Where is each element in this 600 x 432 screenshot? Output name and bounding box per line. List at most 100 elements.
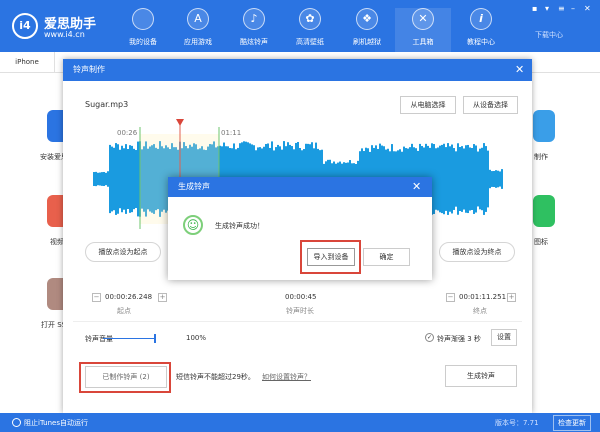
download-center[interactable]: 下载中心 — [535, 30, 563, 40]
waveform-bar — [115, 143, 117, 215]
waveform-bar — [455, 151, 457, 207]
waveform-bar — [121, 145, 123, 213]
flower-icon: ✿ — [299, 8, 321, 30]
waveform-bar — [103, 171, 105, 187]
waveform-bar — [129, 145, 131, 213]
volume-thumb[interactable] — [154, 334, 156, 343]
start-increment[interactable]: + — [158, 293, 167, 302]
waveform-bar — [467, 144, 469, 214]
waveform-bar — [475, 145, 477, 213]
volume-value: 100% — [186, 334, 207, 342]
smiley-icon: ☺ — [183, 215, 203, 235]
waveform-bar — [485, 146, 487, 212]
waveform-bar — [137, 141, 139, 217]
made-ringtones-button[interactable]: 已制作铃声 (2) — [85, 366, 167, 388]
logo-icon: i4 — [12, 13, 38, 39]
bell-icon: ♪ — [243, 8, 265, 30]
nav-apps[interactable]: A 应用游戏 — [170, 8, 226, 47]
waveform-bar — [433, 144, 435, 214]
waveform-bar — [113, 147, 115, 211]
waveform-bar — [117, 144, 119, 214]
waveform-bar — [483, 143, 485, 215]
waveform-bar — [101, 172, 103, 186]
waveform-bar — [131, 145, 133, 213]
start-decrement[interactable]: − — [92, 293, 101, 302]
nav-flash-jailbreak[interactable]: ❖ 刷机越狱 — [339, 8, 395, 47]
app-store-icon: A — [187, 8, 209, 30]
app-label: 视频 — [50, 238, 64, 246]
minimize-icon[interactable]: – — [571, 4, 575, 13]
file-name: Sugar.mp3 — [85, 100, 129, 109]
waveform-bar — [489, 169, 491, 189]
sms-note: 短信铃声不能超过29秒。 — [176, 373, 255, 381]
waveform-bar — [453, 148, 455, 210]
success-popup: 生成铃声 ✕ ☺ 生成铃声成功！ 导入到设备 确定 — [168, 177, 432, 280]
waveform-bar — [497, 170, 499, 188]
skin-icon[interactable]: ▾ — [545, 4, 549, 13]
apple-icon — [132, 8, 154, 30]
nav-ringtones[interactable]: ♪ 酷炫铃声 — [226, 8, 282, 47]
duration: 00:00:45 — [285, 293, 317, 301]
set-end-button[interactable]: 播放点设为终点 — [439, 242, 515, 262]
waveform-bar — [119, 149, 121, 209]
waveform-bar — [107, 171, 109, 187]
set-start-button[interactable]: 播放点设为起点 — [85, 242, 161, 262]
waveform-bar — [435, 148, 437, 210]
generate-button[interactable]: 生成铃声 — [445, 365, 517, 387]
from-pc-button[interactable]: 从电脑选择 — [400, 96, 456, 114]
settings-button[interactable]: 设置 — [491, 329, 517, 346]
waveform-bar — [135, 150, 137, 208]
waveform-bar — [473, 144, 475, 214]
waveform-bar — [443, 143, 445, 215]
waveform-bar — [97, 172, 99, 186]
waveform-bar — [471, 148, 473, 210]
header: i4 爱思助手 www.i4.cn 我的设备 A 应用游戏 ♪ 酷炫铃声 ✿ 高清壁纸… — [0, 0, 600, 52]
dialog-title: 铃声制作 — [63, 59, 532, 81]
ok-button[interactable]: 确定 — [363, 248, 410, 266]
waveform-bar — [501, 169, 503, 189]
volume-slider[interactable] — [103, 334, 156, 343]
success-message: 生成铃声成功！ — [215, 222, 264, 230]
close-icon[interactable]: ✕ — [584, 4, 591, 13]
status-bar: 阻止iTunes自动运行 版本号：7.71 检查更新 — [0, 413, 600, 432]
waveform-bar — [465, 145, 467, 213]
nav-tutorials[interactable]: i 教程中心 — [453, 8, 509, 47]
app-icon-green[interactable] — [533, 195, 555, 227]
nav-wallpapers[interactable]: ✿ 高清壁纸 — [282, 8, 338, 47]
divider — [73, 321, 522, 322]
close-icon[interactable]: ✕ — [412, 181, 421, 192]
waveform-bar — [99, 172, 101, 186]
end-label: 终点 — [473, 307, 487, 315]
check-update-button[interactable]: 检查更新 — [553, 415, 591, 431]
fade-checkbox[interactable]: ✓ — [425, 333, 434, 342]
waveform-bar — [487, 150, 489, 208]
waveform-bar — [95, 171, 97, 187]
waveform-bar — [441, 144, 443, 214]
waveform-bar — [477, 151, 479, 207]
end-decrement[interactable]: − — [446, 293, 455, 302]
block-itunes-checkbox[interactable] — [12, 418, 21, 427]
waveform-bar — [499, 171, 501, 187]
close-icon[interactable]: ✕ — [515, 64, 524, 75]
fade-label: 铃声渐强 3 秒 — [437, 335, 481, 343]
waveform-bar — [491, 171, 493, 187]
waveform-bar — [127, 148, 129, 210]
app-ringtone-icon[interactable] — [533, 110, 555, 142]
menu-icon[interactable]: ≡ — [558, 4, 565, 13]
waveform-bar — [445, 147, 447, 211]
waveform-bar — [449, 146, 451, 212]
start-time[interactable]: 00:00:26.248 — [105, 293, 152, 301]
waveform-bar — [93, 172, 95, 186]
import-to-device-button[interactable]: 导入到设备 — [307, 248, 355, 266]
end-time[interactable]: 00:01:11.251 — [459, 293, 506, 301]
waveform-bar — [437, 147, 439, 211]
nav-toolbox[interactable]: ✕ 工具箱 — [395, 8, 451, 52]
nav-my-device[interactable]: 我的设备 — [115, 8, 171, 47]
end-increment[interactable]: + — [507, 293, 516, 302]
from-device-button[interactable]: 从设备选择 — [463, 96, 518, 114]
waveform-bar — [457, 143, 459, 215]
tab-iphone[interactable]: iPhone — [0, 52, 55, 73]
waveform-bar — [481, 147, 483, 211]
howto-link[interactable]: 如何设置铃声？ — [262, 372, 311, 382]
feedback-icon[interactable]: ▪ — [532, 4, 537, 13]
